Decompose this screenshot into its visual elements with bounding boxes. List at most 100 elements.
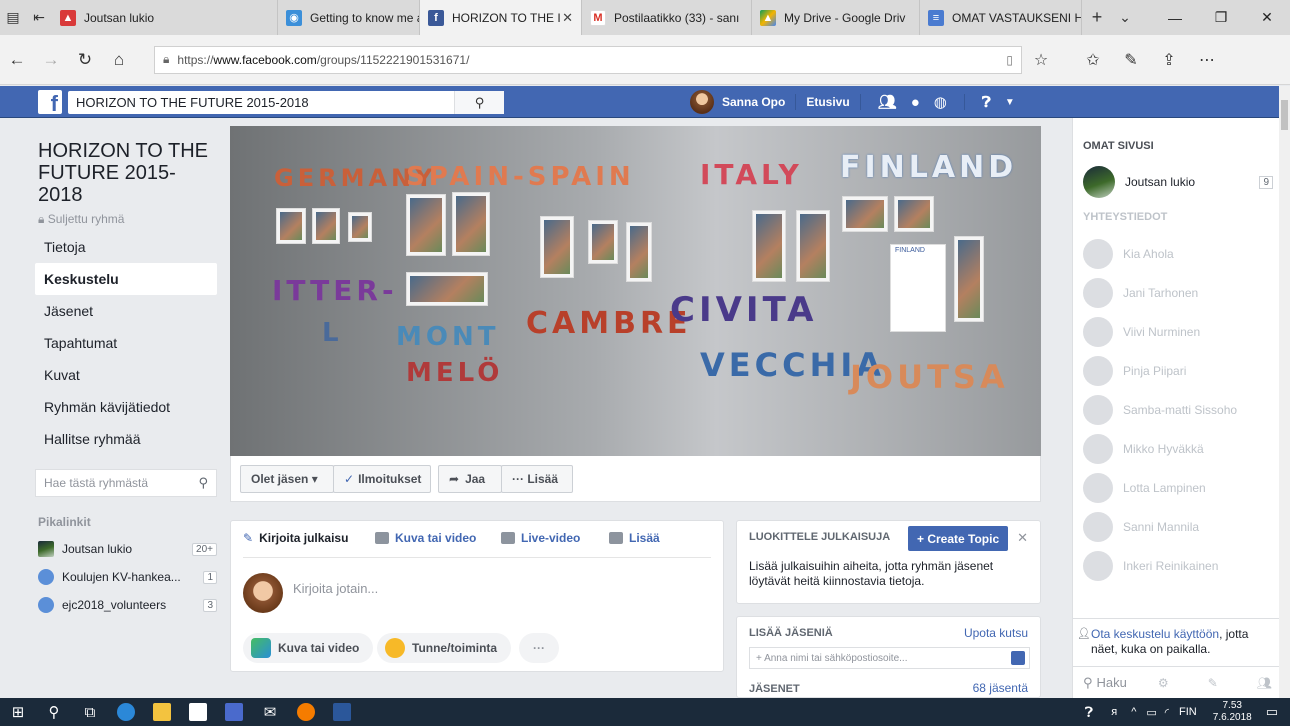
show-hidden-icons[interactable]: ^ — [1131, 706, 1136, 718]
more-icon[interactable]: ⋯ — [1188, 40, 1226, 80]
browser-tab[interactable]: ≡ OMAT VASTAUKSENI H — [920, 0, 1082, 35]
firefox-icon[interactable] — [288, 698, 324, 726]
shortcut-item[interactable]: ejc2018_volunteers 3 — [35, 591, 217, 619]
edge-browser-icon[interactable] — [108, 698, 144, 726]
more-button[interactable]: ··· Lisää — [501, 465, 573, 493]
messenger-icon[interactable]: ● — [911, 94, 920, 111]
help-icon[interactable]: ❓︎ — [982, 94, 991, 111]
more-options-pill[interactable]: ··· — [519, 633, 559, 663]
search-icon[interactable]: ⚲ — [36, 698, 72, 726]
contact-item[interactable]: Samba-matti Sissoho — [1083, 394, 1273, 426]
shortcut-item[interactable]: Joutsan lukio 20+ — [35, 535, 217, 563]
favorite-star-icon[interactable]: ☆ — [1022, 40, 1060, 80]
forward-icon[interactable]: → — [34, 40, 68, 80]
tab-list-icon[interactable]: ▤ — [0, 0, 26, 35]
minimize-icon[interactable]: — — [1152, 0, 1198, 35]
nav-item-events[interactable]: Tapahtumat — [35, 327, 217, 359]
user-avatar[interactable] — [690, 90, 714, 114]
pen-icon[interactable]: ✎ — [1112, 40, 1150, 80]
refresh-icon[interactable]: ↻ — [68, 40, 102, 80]
tab-more[interactable]: Lisää — [609, 521, 660, 555]
embed-invite-link[interactable]: Upota kutsu — [964, 626, 1028, 640]
share-button[interactable]: ➦ Jaa — [438, 465, 502, 493]
page-item[interactable]: Joutsan lukio 9 — [1083, 166, 1273, 198]
members-count-link[interactable]: 68 jäsentä — [973, 681, 1028, 695]
photo-video-pill[interactable]: Kuva tai video — [243, 633, 374, 663]
browser-tab[interactable]: ▲ My Drive - Google Driv — [752, 0, 920, 35]
avatar[interactable] — [243, 573, 283, 613]
group-chat-icon[interactable]: 👥︎ — [1257, 676, 1272, 690]
people-icon[interactable]: ᴙ — [1111, 706, 1117, 718]
contact-item[interactable]: Sanni Mannila — [1083, 511, 1273, 543]
chevron-down-icon[interactable]: ⌄ — [1112, 0, 1138, 35]
network-icon[interactable]: ▭ — [1146, 706, 1156, 719]
account-menu-chevron-icon[interactable]: ▼ — [1005, 97, 1015, 108]
add-member-input[interactable]: + Anna nimi tai sähköpostiosoite... — [749, 647, 1030, 669]
close-tab-icon[interactable]: ✕ — [562, 10, 573, 26]
shortcut-item[interactable]: Koulujen KV-hankea... 1 — [35, 563, 217, 591]
favorites-list-icon[interactable]: ✩ — [1074, 40, 1112, 80]
word-icon[interactable] — [324, 698, 360, 726]
browser-tab[interactable]: ▲ Joutsan lukio — [52, 0, 278, 35]
group-search-input[interactable]: Hae tästä ryhmästä ⚲ — [35, 469, 217, 497]
contact-item[interactable]: Pinja Piipari — [1083, 355, 1273, 387]
nav-item-photos[interactable]: Kuvat — [35, 359, 217, 391]
new-tab-icon[interactable]: + — [1082, 0, 1112, 35]
notifications-globe-icon[interactable]: ◍ — [934, 93, 947, 111]
gear-icon[interactable]: ⚙︎ — [1158, 676, 1169, 690]
tab-live-video[interactable]: Live-video — [501, 521, 580, 555]
browser-tab[interactable]: ◉ Getting to know me an — [278, 0, 420, 35]
member-status-button[interactable]: Olet jäsen ▾ — [240, 465, 334, 493]
create-topic-button[interactable]: + Create Topic — [908, 526, 1009, 551]
home-link[interactable]: Etusivu — [806, 95, 849, 109]
browser-tab-active[interactable]: f HORIZON TO THE I ✕ — [420, 0, 582, 35]
post-text-input[interactable]: Kirjoita jotain... — [293, 581, 378, 596]
contact-item[interactable]: Lotta Lampinen — [1083, 472, 1273, 504]
nav-item-discussion[interactable]: Keskustelu — [35, 263, 217, 295]
tab-photo-video[interactable]: Kuva tai video — [375, 521, 476, 555]
home-icon[interactable]: ⌂ — [102, 40, 136, 80]
facebook-logo-icon[interactable]: f — [38, 90, 62, 115]
clock[interactable]: 7.53 7.6.2018 — [1213, 700, 1252, 724]
user-name-link[interactable]: Sanna Opo — [722, 95, 785, 109]
nav-item-insights[interactable]: Ryhmän kävijätiedot — [35, 391, 217, 423]
store-icon[interactable] — [180, 698, 216, 726]
back-icon[interactable]: ← — [0, 40, 34, 80]
enable-chat-link[interactable]: Ota keskustelu käyttöön — [1091, 627, 1219, 641]
nav-item-about[interactable]: Tietoja — [35, 231, 217, 263]
contacts-icon[interactable] — [1011, 651, 1025, 665]
close-icon[interactable]: ✕ — [1017, 530, 1028, 546]
contact-item[interactable]: Kia Ahola — [1083, 238, 1273, 270]
wifi-icon[interactable]: ◜ — [1165, 706, 1169, 719]
close-window-icon[interactable]: ✕ — [1244, 0, 1290, 35]
restore-icon[interactable]: ❐ — [1198, 0, 1244, 35]
group-title[interactable]: HORIZON TO THE FUTURE 2015-2018 — [35, 140, 217, 206]
help-tray-icon[interactable]: ❓︎ — [1085, 704, 1093, 721]
page-scrollbar[interactable] — [1279, 86, 1290, 698]
friend-requests-icon[interactable]: 👥︎ — [878, 93, 897, 111]
set-aside-tabs-icon[interactable]: ⇤ — [26, 0, 52, 35]
browser-tab[interactable]: M Postilaatikko (33) - sanı — [582, 0, 752, 35]
app-icon[interactable] — [216, 698, 252, 726]
search-icon[interactable]: ⚲ — [454, 91, 504, 114]
language-indicator[interactable]: FIN — [1179, 706, 1197, 718]
contact-item[interactable]: Jani Tarhonen — [1083, 277, 1273, 309]
group-cover-photo[interactable]: GERMANY SPAIN-SPAIN ITALY FINLAND ITTER-… — [230, 126, 1041, 456]
search-icon[interactable]: ⚲ — [198, 475, 208, 491]
url-field[interactable]: 🔒︎ https://www.facebook.com/groups/11522… — [154, 45, 1022, 74]
nav-item-manage[interactable]: Hallitse ryhmää — [35, 423, 217, 455]
file-explorer-icon[interactable] — [144, 698, 180, 726]
action-center-icon[interactable]: ▭ — [1266, 704, 1278, 720]
nav-item-members[interactable]: Jäsenet — [35, 295, 217, 327]
facebook-search-input[interactable]: HORIZON TO THE FUTURE 2015-2018 ⚲ — [68, 91, 504, 114]
notifications-button[interactable]: ✓ Ilmoitukset — [333, 465, 431, 493]
contact-item[interactable]: Mikko Hyväkkä — [1083, 433, 1273, 465]
contact-item[interactable]: Viivi Nurminen — [1083, 316, 1273, 348]
task-view-icon[interactable]: ⧉ — [72, 698, 108, 726]
mail-icon[interactable]: ✉ — [252, 698, 288, 726]
feeling-activity-pill[interactable]: Tunne/toiminta — [377, 633, 512, 663]
chat-search-input[interactable]: ⚲ Haku ⚙︎ ✎ 👥︎ — [1073, 666, 1280, 698]
reading-view-icon[interactable]: ▯ — [1006, 53, 1013, 67]
compose-icon[interactable]: ✎ — [1208, 676, 1218, 690]
windows-start-icon[interactable]: ⊞ — [0, 698, 36, 726]
